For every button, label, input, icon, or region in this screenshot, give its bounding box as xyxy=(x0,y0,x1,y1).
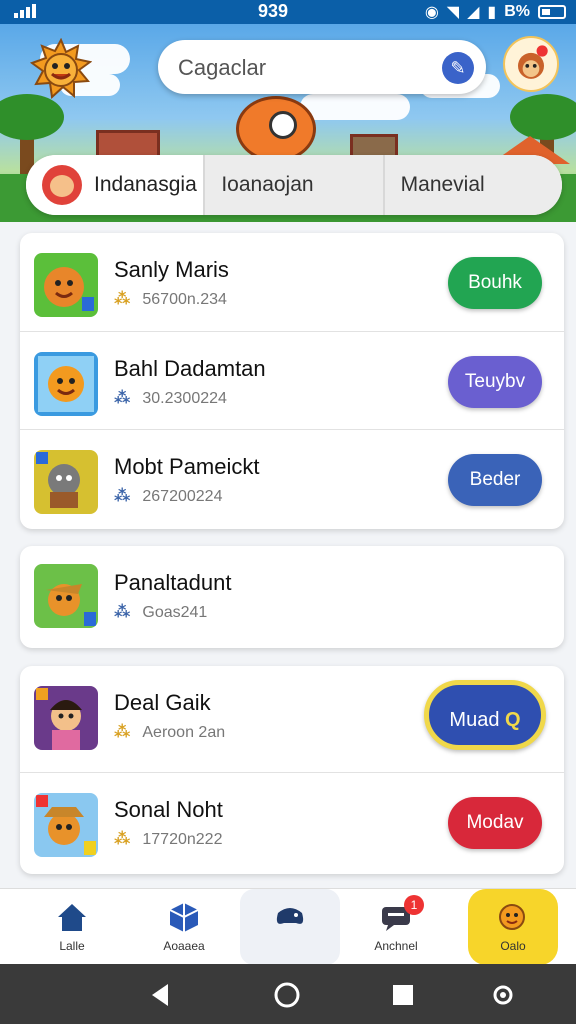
list-item[interactable]: Sonal Noht ⁂ 17720n222 Modav xyxy=(20,772,564,870)
coins-icon: ⁂ xyxy=(114,831,131,848)
back-icon[interactable] xyxy=(146,980,176,1010)
list-item[interactable]: Sanly Maris ⁂ 56700n.234 Bouhk xyxy=(20,233,564,331)
game-list-card: Panaltadunt ⁂ Goas241 xyxy=(20,546,564,648)
list-item[interactable]: Mobt Pameickt ⁂ 267200224 Beder xyxy=(20,429,564,527)
nav-games[interactable] xyxy=(240,889,340,965)
pencil-icon[interactable]: ✎ xyxy=(442,52,474,84)
sim-icon: ▮ xyxy=(487,4,497,21)
signal-icon xyxy=(14,4,36,18)
search-icon: Q xyxy=(505,709,521,731)
status-time: 939 xyxy=(258,1,289,21)
item-action-button[interactable]: Bouhk xyxy=(448,257,542,309)
recents-icon[interactable] xyxy=(388,980,418,1010)
game-thumbnail xyxy=(34,352,98,416)
status-right: ◉ ◥ ◢ ▮ B% xyxy=(425,2,566,22)
search-bar[interactable]: ✎ xyxy=(158,40,486,94)
home-circle-icon[interactable] xyxy=(272,980,302,1010)
search-input[interactable] xyxy=(178,54,428,82)
tab-bar: Indanasgia Ioanaojan Manevial xyxy=(26,155,562,215)
item-meta: ⁂ 30.2300224 xyxy=(114,390,227,407)
notification-badge: 1 xyxy=(404,895,424,915)
list-item[interactable]: Bahl Dadamtan ⁂ 30.2300224 Teuybv xyxy=(20,331,564,429)
status-bar: 939 ◉ ◥ ◢ ▮ B% xyxy=(0,0,576,24)
group-icon: ⁂ xyxy=(114,604,131,621)
nav-home[interactable]: Lalle xyxy=(22,889,122,965)
coins-icon: ⁂ xyxy=(114,724,131,741)
alarm-icon: ◉ xyxy=(424,4,439,21)
hero-mascot xyxy=(236,96,316,162)
cube-icon xyxy=(169,903,199,932)
settings-icon[interactable] xyxy=(488,980,518,1010)
mascot-icon xyxy=(499,904,525,930)
item-meta: ⁂ 56700n.234 xyxy=(114,291,227,308)
tab-label: Indanasgia xyxy=(94,173,197,196)
system-nav-bar xyxy=(0,964,576,1024)
item-meta: ⁂ Aeroon 2an xyxy=(114,724,226,741)
game-thumbnail xyxy=(34,686,98,750)
item-title: Sanly Maris xyxy=(114,257,229,282)
game-thumbnail xyxy=(34,793,98,857)
item-action-button[interactable]: Muad Q xyxy=(424,680,546,750)
tab-label: Manevial xyxy=(400,173,485,196)
item-title: Sonal Noht xyxy=(114,797,223,822)
tab-label: Ioanaojan xyxy=(221,173,314,196)
game-controller-icon xyxy=(276,908,304,924)
tab-manevial[interactable]: Manevial xyxy=(384,155,562,215)
item-meta: ⁂ Goas241 xyxy=(114,604,208,621)
battery-text: B% xyxy=(504,3,530,20)
game-thumbnail xyxy=(34,450,98,514)
item-action-button[interactable]: Teuybv xyxy=(448,356,542,408)
item-title: Deal Gaik xyxy=(114,690,211,715)
item-action-button[interactable]: Modav xyxy=(448,797,542,849)
nav-mascot[interactable]: Oalo xyxy=(468,889,558,965)
wifi-icon: ◥ xyxy=(446,4,460,21)
item-action-button[interactable]: Beder xyxy=(448,454,542,506)
list-item[interactable]: Panaltadunt ⁂ Goas241 xyxy=(20,546,564,644)
game-thumbnail xyxy=(34,253,98,317)
home-icon xyxy=(58,904,86,931)
game-list-card: Sanly Maris ⁂ 56700n.234 Bouhk Bahl Dadam… xyxy=(20,233,564,529)
coins-icon: ⁂ xyxy=(114,291,131,308)
game-thumbnail xyxy=(34,564,98,628)
tab-ioanaojan[interactable]: Ioanaojan xyxy=(205,155,385,215)
tab-indanasgia[interactable]: Indanasgia xyxy=(26,155,206,215)
tab-avatar-icon xyxy=(42,165,82,205)
group-icon: ⁂ xyxy=(114,390,131,407)
item-title: Mobt Pameickt xyxy=(114,454,260,479)
item-title: Panaltadunt xyxy=(114,570,232,595)
battery-icon xyxy=(538,5,566,19)
bottom-nav: Lalle Aoaaea 1 Anchnel Oalo xyxy=(0,888,576,965)
cell-icon: ◢ xyxy=(467,4,480,21)
item-title: Bahl Dadamtan xyxy=(114,356,266,381)
nav-aoaaea[interactable]: Aoaaea xyxy=(134,889,234,965)
list-item[interactable]: Deal Gaik ⁂ Aeroon 2an Muad Q xyxy=(20,666,564,764)
group-icon: ⁂ xyxy=(114,488,131,505)
sun-mascot-icon[interactable] xyxy=(30,38,92,100)
item-meta: ⁂ 17720n222 xyxy=(114,831,223,848)
monkey-avatar-icon[interactable] xyxy=(503,36,559,92)
nav-anchnel[interactable]: 1 Anchnel xyxy=(346,889,446,965)
game-list-card: Deal Gaik ⁂ Aeroon 2an Muad Q Sonal Noht … xyxy=(20,666,564,874)
item-meta: ⁂ 267200224 xyxy=(114,488,223,505)
